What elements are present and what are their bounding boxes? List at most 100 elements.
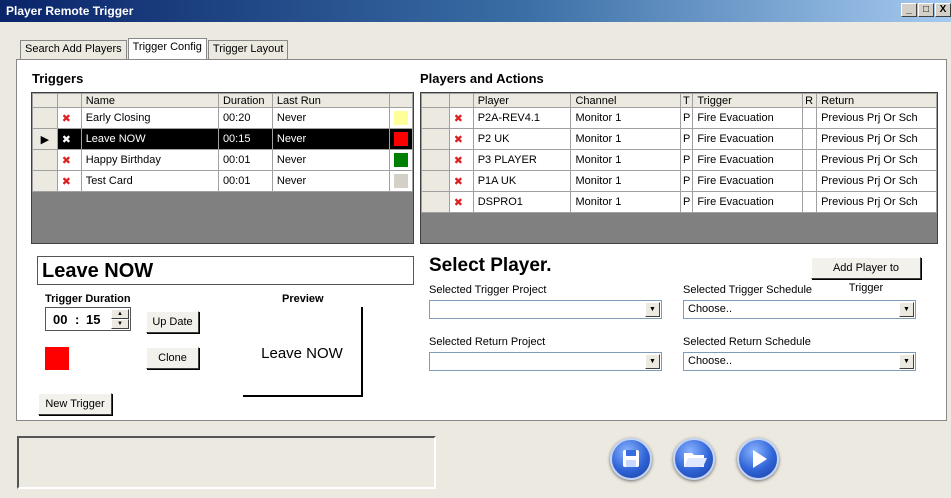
player-channel: Monitor 1 (570, 170, 681, 192)
players-header-channel[interactable]: Channel (570, 93, 681, 108)
triggers-grid: Name Duration Last Run ✖ Early Closing 0… (31, 92, 414, 244)
triggers-title: Triggers (32, 71, 84, 86)
row-header[interactable] (421, 149, 450, 171)
trigger-name: Leave NOW (80, 128, 219, 150)
trigger-project-select[interactable]: ▼ (429, 300, 662, 319)
delete-icon[interactable]: ✖ (56, 170, 82, 192)
delete-icon[interactable]: ✖ (56, 128, 82, 150)
duration-seconds[interactable]: 15 (86, 312, 100, 327)
table-row[interactable]: ✖ DSPRO1 Monitor 1 P Fire Evacuation Pre… (421, 191, 937, 213)
player-channel: Monitor 1 (570, 128, 681, 150)
clone-button[interactable]: Clone (146, 347, 199, 369)
trigger-last-run: Never (271, 128, 390, 150)
row-header-corner (32, 93, 58, 108)
triggers-header-row: Name Duration Last Run (32, 93, 414, 108)
play-button[interactable] (737, 438, 779, 480)
spin-up-icon[interactable]: ▲ (111, 309, 129, 319)
close-button[interactable]: X (935, 3, 951, 17)
row-header[interactable] (421, 128, 450, 150)
save-button[interactable] (610, 438, 652, 480)
trigger-color-cell (388, 107, 414, 129)
title-bar: Player Remote Trigger _ □ X (0, 0, 951, 22)
trigger-color-swatch (393, 153, 408, 167)
players-grid: Player Channel T Trigger R Return ✖ P2A-… (420, 92, 938, 244)
trigger-last-run: Never (271, 107, 390, 129)
row-header[interactable] (421, 107, 450, 129)
players-header-t[interactable]: T (679, 93, 694, 108)
triggers-header-duration[interactable]: Duration (217, 93, 273, 108)
player-t: P (679, 107, 694, 129)
row-header[interactable] (32, 149, 58, 171)
update-button[interactable]: Up Date (146, 311, 199, 333)
row-header[interactable] (32, 170, 58, 192)
row-header[interactable] (32, 107, 58, 129)
player-name: P3 PLAYER (472, 149, 572, 171)
players-header-player[interactable]: Player (472, 93, 572, 108)
player-return: Previous Prj Or Sch (816, 191, 937, 213)
table-row[interactable]: ✖ Happy Birthday 00:01 Never (32, 149, 414, 171)
spin-down-icon[interactable]: ▼ (111, 319, 129, 329)
trigger-schedule-select[interactable]: Choose.. ▼ (683, 300, 916, 319)
delete-icon[interactable]: ✖ (448, 107, 474, 129)
table-row[interactable]: ✖ P1A UK Monitor 1 P Fire Evacuation Pre… (421, 170, 937, 192)
trigger-name-input[interactable]: Leave NOW (37, 256, 414, 285)
row-header[interactable] (421, 191, 450, 213)
delete-icon[interactable]: ✖ (56, 149, 82, 171)
players-title: Players and Actions (420, 71, 544, 86)
chevron-down-icon[interactable]: ▼ (645, 354, 660, 369)
return-schedule-select[interactable]: Choose.. ▼ (683, 352, 916, 371)
window-title: Player Remote Trigger (6, 4, 134, 18)
trigger-duration: 00:01 (217, 170, 273, 192)
preview-panel: Leave NOW (243, 307, 363, 397)
tab-trigger-config[interactable]: Trigger Config (127, 38, 207, 59)
trigger-duration-spinner[interactable]: 00 : 15 ▲ ▼ (45, 307, 131, 331)
trigger-color-picker[interactable] (45, 347, 69, 370)
current-row-arrow-icon[interactable]: ▶ (32, 128, 58, 150)
triggers-header-name[interactable]: Name (80, 93, 219, 108)
player-name: P2A-REV4.1 (472, 107, 572, 129)
new-trigger-button[interactable]: New Trigger (38, 393, 112, 415)
delete-icon[interactable]: ✖ (448, 170, 474, 192)
player-name: P1A UK (472, 170, 572, 192)
add-player-to-trigger-button[interactable]: Add Player to Trigger (811, 257, 921, 294)
chevron-down-icon[interactable]: ▼ (899, 302, 914, 317)
chevron-down-icon[interactable]: ▼ (899, 354, 914, 369)
chevron-down-icon[interactable]: ▼ (645, 302, 660, 317)
table-row[interactable]: ✖ P3 PLAYER Monitor 1 P Fire Evacuation … (421, 149, 937, 171)
player-r (802, 149, 818, 171)
player-trigger: Fire Evacuation (692, 149, 804, 171)
table-row[interactable]: ✖ P2A-REV4.1 Monitor 1 P Fire Evacuation… (421, 107, 937, 129)
return-project-select[interactable]: ▼ (429, 352, 662, 371)
trigger-name: Test Card (80, 170, 219, 192)
table-row[interactable]: ✖ Test Card 00:01 Never (32, 170, 414, 192)
triggers-header-delete (56, 93, 82, 108)
return-schedule-value: Choose.. (688, 355, 733, 367)
table-row[interactable]: ▶ ✖ Leave NOW 00:15 Never (32, 128, 414, 150)
delete-icon[interactable]: ✖ (448, 128, 474, 150)
table-row[interactable]: ✖ P2 UK Monitor 1 P Fire Evacuation Prev… (421, 128, 937, 150)
status-box (17, 436, 436, 489)
delete-icon[interactable]: ✖ (56, 107, 82, 129)
delete-icon[interactable]: ✖ (448, 191, 474, 213)
players-header-r[interactable]: R (802, 93, 818, 108)
maximize-button[interactable]: □ (918, 3, 934, 17)
triggers-header-last-run[interactable]: Last Run (271, 93, 390, 108)
tab-trigger-layout[interactable]: Trigger Layout (207, 40, 289, 59)
player-channel: Monitor 1 (570, 191, 681, 213)
player-t: P (679, 170, 694, 192)
row-header[interactable] (421, 170, 450, 192)
players-header-return[interactable]: Return (816, 93, 937, 108)
trigger-color-swatch (393, 174, 408, 188)
player-return: Previous Prj Or Sch (816, 128, 937, 150)
trigger-duration: 00:15 (217, 128, 273, 150)
player-return: Previous Prj Or Sch (816, 107, 937, 129)
player-channel: Monitor 1 (570, 149, 681, 171)
open-button[interactable] (673, 438, 715, 480)
table-row[interactable]: ✖ Early Closing 00:20 Never (32, 107, 414, 129)
players-header-trigger[interactable]: Trigger (692, 93, 804, 108)
tab-search-add-players[interactable]: Search Add Players (20, 40, 127, 59)
minimize-button[interactable]: _ (901, 3, 917, 17)
duration-minutes[interactable]: 00 (53, 312, 67, 327)
trigger-last-run: Never (271, 149, 390, 171)
delete-icon[interactable]: ✖ (448, 149, 474, 171)
